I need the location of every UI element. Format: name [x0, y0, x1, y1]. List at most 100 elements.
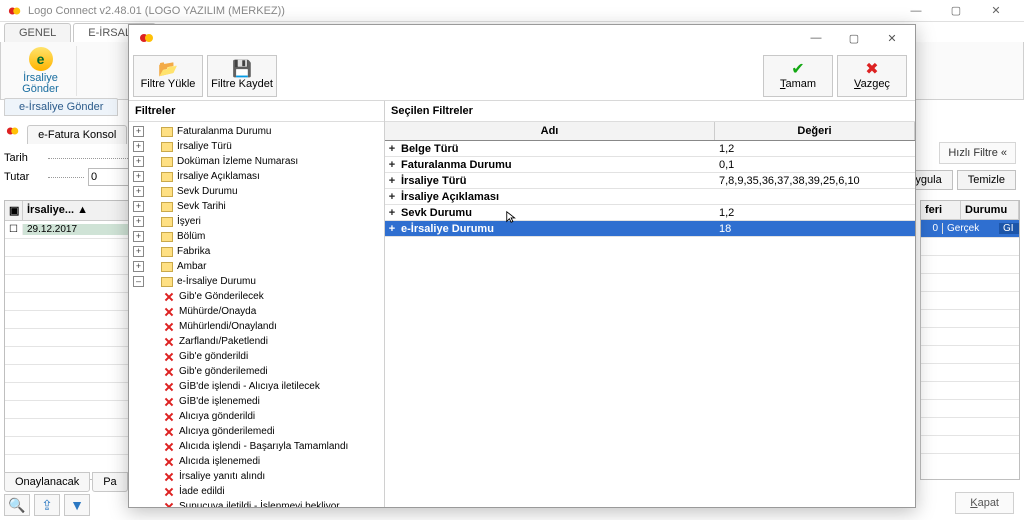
tree-c1[interactable]: Mühürde/Onayda — [163, 304, 384, 319]
tree-ambar[interactable]: +Ambar — [133, 259, 384, 274]
tree-c8[interactable]: Alıcıya gönderildi — [163, 409, 384, 424]
row0-date[interactable]: 29.12.2017 — [23, 224, 133, 235]
label-tarih: Tarih — [4, 152, 44, 164]
selected-filters-pane: Seçilen Filtreler Adı Değeri +Belge Türü… — [385, 101, 915, 507]
temizle-button[interactable]: Temizle — [957, 170, 1016, 190]
rrow0-num[interactable]: 0 — [921, 223, 943, 234]
main-maximize[interactable]: ▢ — [936, 0, 976, 22]
tree-c12[interactable]: İrsaliye yanıtı alındı — [163, 469, 384, 484]
tree-c0[interactable]: Gib'e Gönderilecek — [163, 289, 384, 304]
cross-icon — [163, 441, 175, 453]
tree-sevk-tarihi[interactable]: +Sevk Tarihi — [133, 199, 384, 214]
folder-open-icon: 📂 — [158, 62, 178, 78]
tamam-button[interactable]: ✔Tamam — [763, 55, 833, 97]
vazgec-button[interactable]: ✖Vazgeç — [837, 55, 907, 97]
tree-c5[interactable]: Gib'e gönderilemedi — [163, 364, 384, 379]
filtre-yukle-button[interactable]: 📂Filtre Yükle — [133, 55, 203, 97]
ribbon-caption: e-İrsaliye Gönder — [4, 98, 118, 116]
tab-genel[interactable]: GENEL — [4, 23, 71, 42]
tree-c3[interactable]: Zarflandı/Paketlendi — [163, 334, 384, 349]
dialog-icon — [139, 30, 155, 46]
tree-c2[interactable]: Mühürlendi/Onaylandı — [163, 319, 384, 334]
main-close[interactable]: ✕ — [976, 0, 1016, 22]
search-icon[interactable]: 🔍 — [4, 494, 30, 516]
cross-icon: ✖ — [865, 62, 878, 78]
selected-filters-header: Seçilen Filtreler — [385, 101, 915, 122]
cross-icon — [163, 366, 175, 378]
main-minimize[interactable]: — — [896, 0, 936, 22]
tab-pa[interactable]: Pa — [92, 472, 127, 492]
ribbon-irsaliye-gonder[interactable]: İrsaliyeGönder — [5, 46, 77, 96]
tree-c9[interactable]: Alıcıya gönderilemedi — [163, 424, 384, 439]
selrow-2[interactable]: +İrsaliye Türü7,8,9,35,36,37,38,39,25,6,… — [385, 173, 915, 189]
col-check[interactable]: ▣ — [5, 201, 23, 220]
tree-irsaliye-turu[interactable]: +İrsaliye Türü — [133, 139, 384, 154]
tab-efatura-konsol[interactable]: e-Fatura Konsol — [27, 125, 127, 144]
filters-pane: Filtreler +Faturalanma Durumu +İrsaliye … — [129, 101, 385, 507]
selrow-1[interactable]: +Faturalanma Durumu0,1 — [385, 157, 915, 173]
tree-c7[interactable]: GİB'de işlenemedi — [163, 394, 384, 409]
tree-c4[interactable]: Gib'e gönderildi — [163, 349, 384, 364]
col-adi[interactable]: Adı — [385, 122, 715, 140]
cross-icon — [163, 306, 175, 318]
cross-icon — [163, 426, 175, 438]
rrow0-gib[interactable]: GI — [999, 223, 1019, 234]
tree-bolum[interactable]: +Bölüm — [133, 229, 384, 244]
selrow-4[interactable]: +Sevk Durumu1,2 — [385, 205, 915, 221]
tree-dokuman-izleme[interactable]: +Doküman İzleme Numarası — [133, 154, 384, 169]
cross-icon — [163, 411, 175, 423]
hizli-filtre-link[interactable]: Hızlı Filtre « — [939, 142, 1016, 164]
irsaliye-icon — [29, 47, 53, 71]
cross-icon — [163, 351, 175, 363]
dialog-titlebar: — ▢ ✕ — [129, 25, 915, 51]
cross-icon — [163, 321, 175, 333]
row0-check[interactable]: ☐ — [5, 224, 23, 235]
check-icon: ✔ — [791, 62, 804, 78]
save-icon: 💾 — [232, 62, 252, 78]
folder-icon — [161, 202, 173, 212]
left-form: Tarih Tutar — [4, 152, 134, 190]
dialog-close[interactable]: ✕ — [873, 26, 911, 50]
tab-onaylanacak[interactable]: Onaylanacak — [4, 472, 90, 492]
filtre-kaydet-button[interactable]: 💾Filtre Kaydet — [207, 55, 277, 97]
tree-c11[interactable]: Alıcıda işlenemedi — [163, 454, 384, 469]
folder-icon — [161, 172, 173, 182]
folder-icon — [161, 142, 173, 152]
tree-irsaliye-aciklama[interactable]: +İrsaliye Açıklaması — [133, 169, 384, 184]
cross-icon — [163, 456, 175, 468]
tree-fabrika[interactable]: +Fabrika — [133, 244, 384, 259]
selrow-5-selected[interactable]: +e-İrsaliye Durumu18 — [385, 221, 915, 237]
folder-icon — [161, 127, 173, 137]
cross-icon — [163, 471, 175, 483]
filter-dialog: — ▢ ✕ 📂Filtre Yükle 💾Filtre Kaydet ✔Tama… — [128, 24, 916, 508]
main-titlebar: Logo Connect v2.48.01 (LOGO YAZILIM (MER… — [0, 0, 1024, 22]
rrow0-val[interactable]: Gerçek — [943, 223, 999, 234]
folder-icon — [161, 262, 173, 272]
rcol-feri[interactable]: feri — [921, 201, 961, 219]
col-degeri[interactable]: Değeri — [715, 122, 915, 140]
filter-icon[interactable]: ▼ — [64, 494, 90, 516]
tree-c6[interactable]: GİB'de işlendi - Alıcıya iletilecek — [163, 379, 384, 394]
cross-icon — [163, 486, 175, 498]
tree-c13[interactable]: İade edildi — [163, 484, 384, 499]
tree-eirsaliye-durumu[interactable]: –e-İrsaliye Durumu — [133, 274, 384, 289]
cross-icon — [163, 381, 175, 393]
tree-sevk-durumu[interactable]: +Sevk Durumu — [133, 184, 384, 199]
kapat-button[interactable]: KKapatapat — [955, 492, 1014, 514]
selrow-3[interactable]: +İrsaliye Açıklaması — [385, 189, 915, 205]
filter-tree[interactable]: +Faturalanma Durumu +İrsaliye Türü +Dokü… — [129, 122, 384, 507]
col-irsaliye[interactable]: İrsaliye... ▲ — [23, 201, 133, 220]
tree-faturalanma[interactable]: +Faturalanma Durumu — [133, 124, 384, 139]
tree-c14[interactable]: Sunucuya iletildi - İşlenmeyi bekliyor — [163, 499, 384, 507]
filters-header: Filtreler — [129, 101, 384, 122]
dialog-maximize[interactable]: ▢ — [835, 26, 873, 50]
selrow-0[interactable]: +Belge Türü1,2 — [385, 141, 915, 157]
rcol-durumu[interactable]: Durumu — [961, 201, 1019, 219]
export-icon[interactable]: ⇪ — [34, 494, 60, 516]
dialog-minimize[interactable]: — — [797, 26, 835, 50]
tree-c10[interactable]: Alıcıda işlendi - Başarıyla Tamamlandı — [163, 439, 384, 454]
folder-icon — [161, 247, 173, 257]
konsol-icon — [6, 124, 20, 141]
folder-icon — [161, 217, 173, 227]
tree-isyeri[interactable]: +İşyeri — [133, 214, 384, 229]
